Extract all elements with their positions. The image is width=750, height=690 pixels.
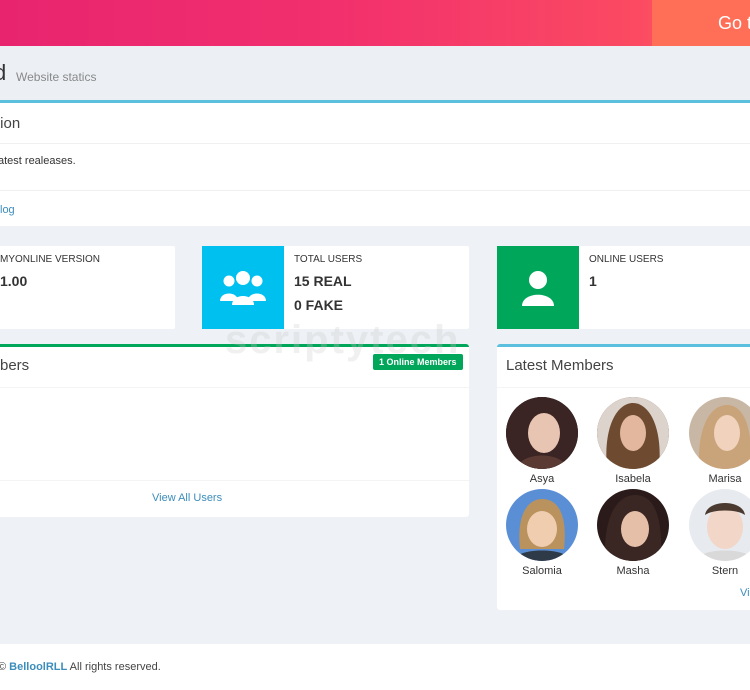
member-item[interactable]: Stern <box>685 489 750 577</box>
members-title: bers <box>0 357 30 374</box>
online-members-badge: 1 Online Members <box>373 354 463 370</box>
page-title: d <box>0 60 7 85</box>
content-header <box>0 46 750 100</box>
members-panel: bers 1 Online Members View All Users <box>0 344 469 517</box>
avatar[interactable] <box>689 397 750 469</box>
brand-link[interactable]: BelloolRLL <box>9 661 67 673</box>
copyright-text: © BelloolRLL All rights reserved. <box>0 661 161 673</box>
divider <box>497 387 750 388</box>
stat-value: 1 <box>589 273 597 289</box>
divider <box>0 387 469 388</box>
information-title: tion <box>0 115 21 132</box>
user-icon <box>497 246 579 329</box>
latest-members-title: Latest Members <box>506 357 614 374</box>
copyright-prefix: © <box>0 661 7 673</box>
go-to-site-button[interactable]: Go t <box>652 0 750 46</box>
stat-label: ONLINE USERS <box>589 254 664 265</box>
member-name[interactable]: Isabela <box>593 473 673 485</box>
stat-label: MYONLINE VERSION <box>0 254 101 265</box>
copyright-suffix: All rights reserved. <box>67 661 161 673</box>
stat-value-real: 15 REAL <box>294 273 352 289</box>
stat-value-fake: 0 FAKE <box>294 297 344 313</box>
blog-link[interactable]: log <box>0 204 15 216</box>
stat-box-total-users: TOTAL USERS 15 REAL 0 FAKE <box>202 246 469 329</box>
information-text: atest realeases. <box>0 155 76 167</box>
member-name[interactable]: Asya <box>502 473 582 485</box>
member-name[interactable]: Marisa <box>685 473 750 485</box>
top-navbar: Go t <box>0 0 750 46</box>
divider <box>0 480 469 481</box>
footer: © BelloolRLL All rights reserved. <box>0 644 750 690</box>
stat-value: 1.00 <box>0 273 28 289</box>
view-all-users-link[interactable]: View All Users <box>152 492 222 504</box>
member-name[interactable]: Stern <box>685 565 750 577</box>
member-item[interactable]: Marisa <box>685 397 750 485</box>
view-all-members-link[interactable]: Vi <box>740 587 750 599</box>
stat-box-online-users: ONLINE USERS 1 <box>497 246 750 329</box>
member-item[interactable]: Salomia <box>502 489 582 577</box>
member-name[interactable]: Masha <box>593 565 673 577</box>
users-group-icon <box>202 246 284 329</box>
avatar[interactable] <box>506 489 578 561</box>
avatar[interactable] <box>689 489 750 561</box>
member-item[interactable]: Isabela <box>593 397 673 485</box>
member-item[interactable]: Asya <box>502 397 582 485</box>
avatar[interactable] <box>506 397 578 469</box>
avatar[interactable] <box>597 489 669 561</box>
member-name[interactable]: Salomia <box>502 565 582 577</box>
latest-members-panel: Latest Members Asya Isabela Marisa Salom… <box>497 344 750 610</box>
divider <box>0 190 750 191</box>
avatar[interactable] <box>597 397 669 469</box>
page-subtitle: Website statics <box>16 70 97 84</box>
member-item[interactable]: Masha <box>593 489 673 577</box>
information-panel: tion atest realeases. log <box>0 100 750 226</box>
divider <box>0 143 750 144</box>
stat-label: TOTAL USERS <box>294 254 363 265</box>
stat-box-version: MYONLINE VERSION 1.00 <box>0 246 175 329</box>
